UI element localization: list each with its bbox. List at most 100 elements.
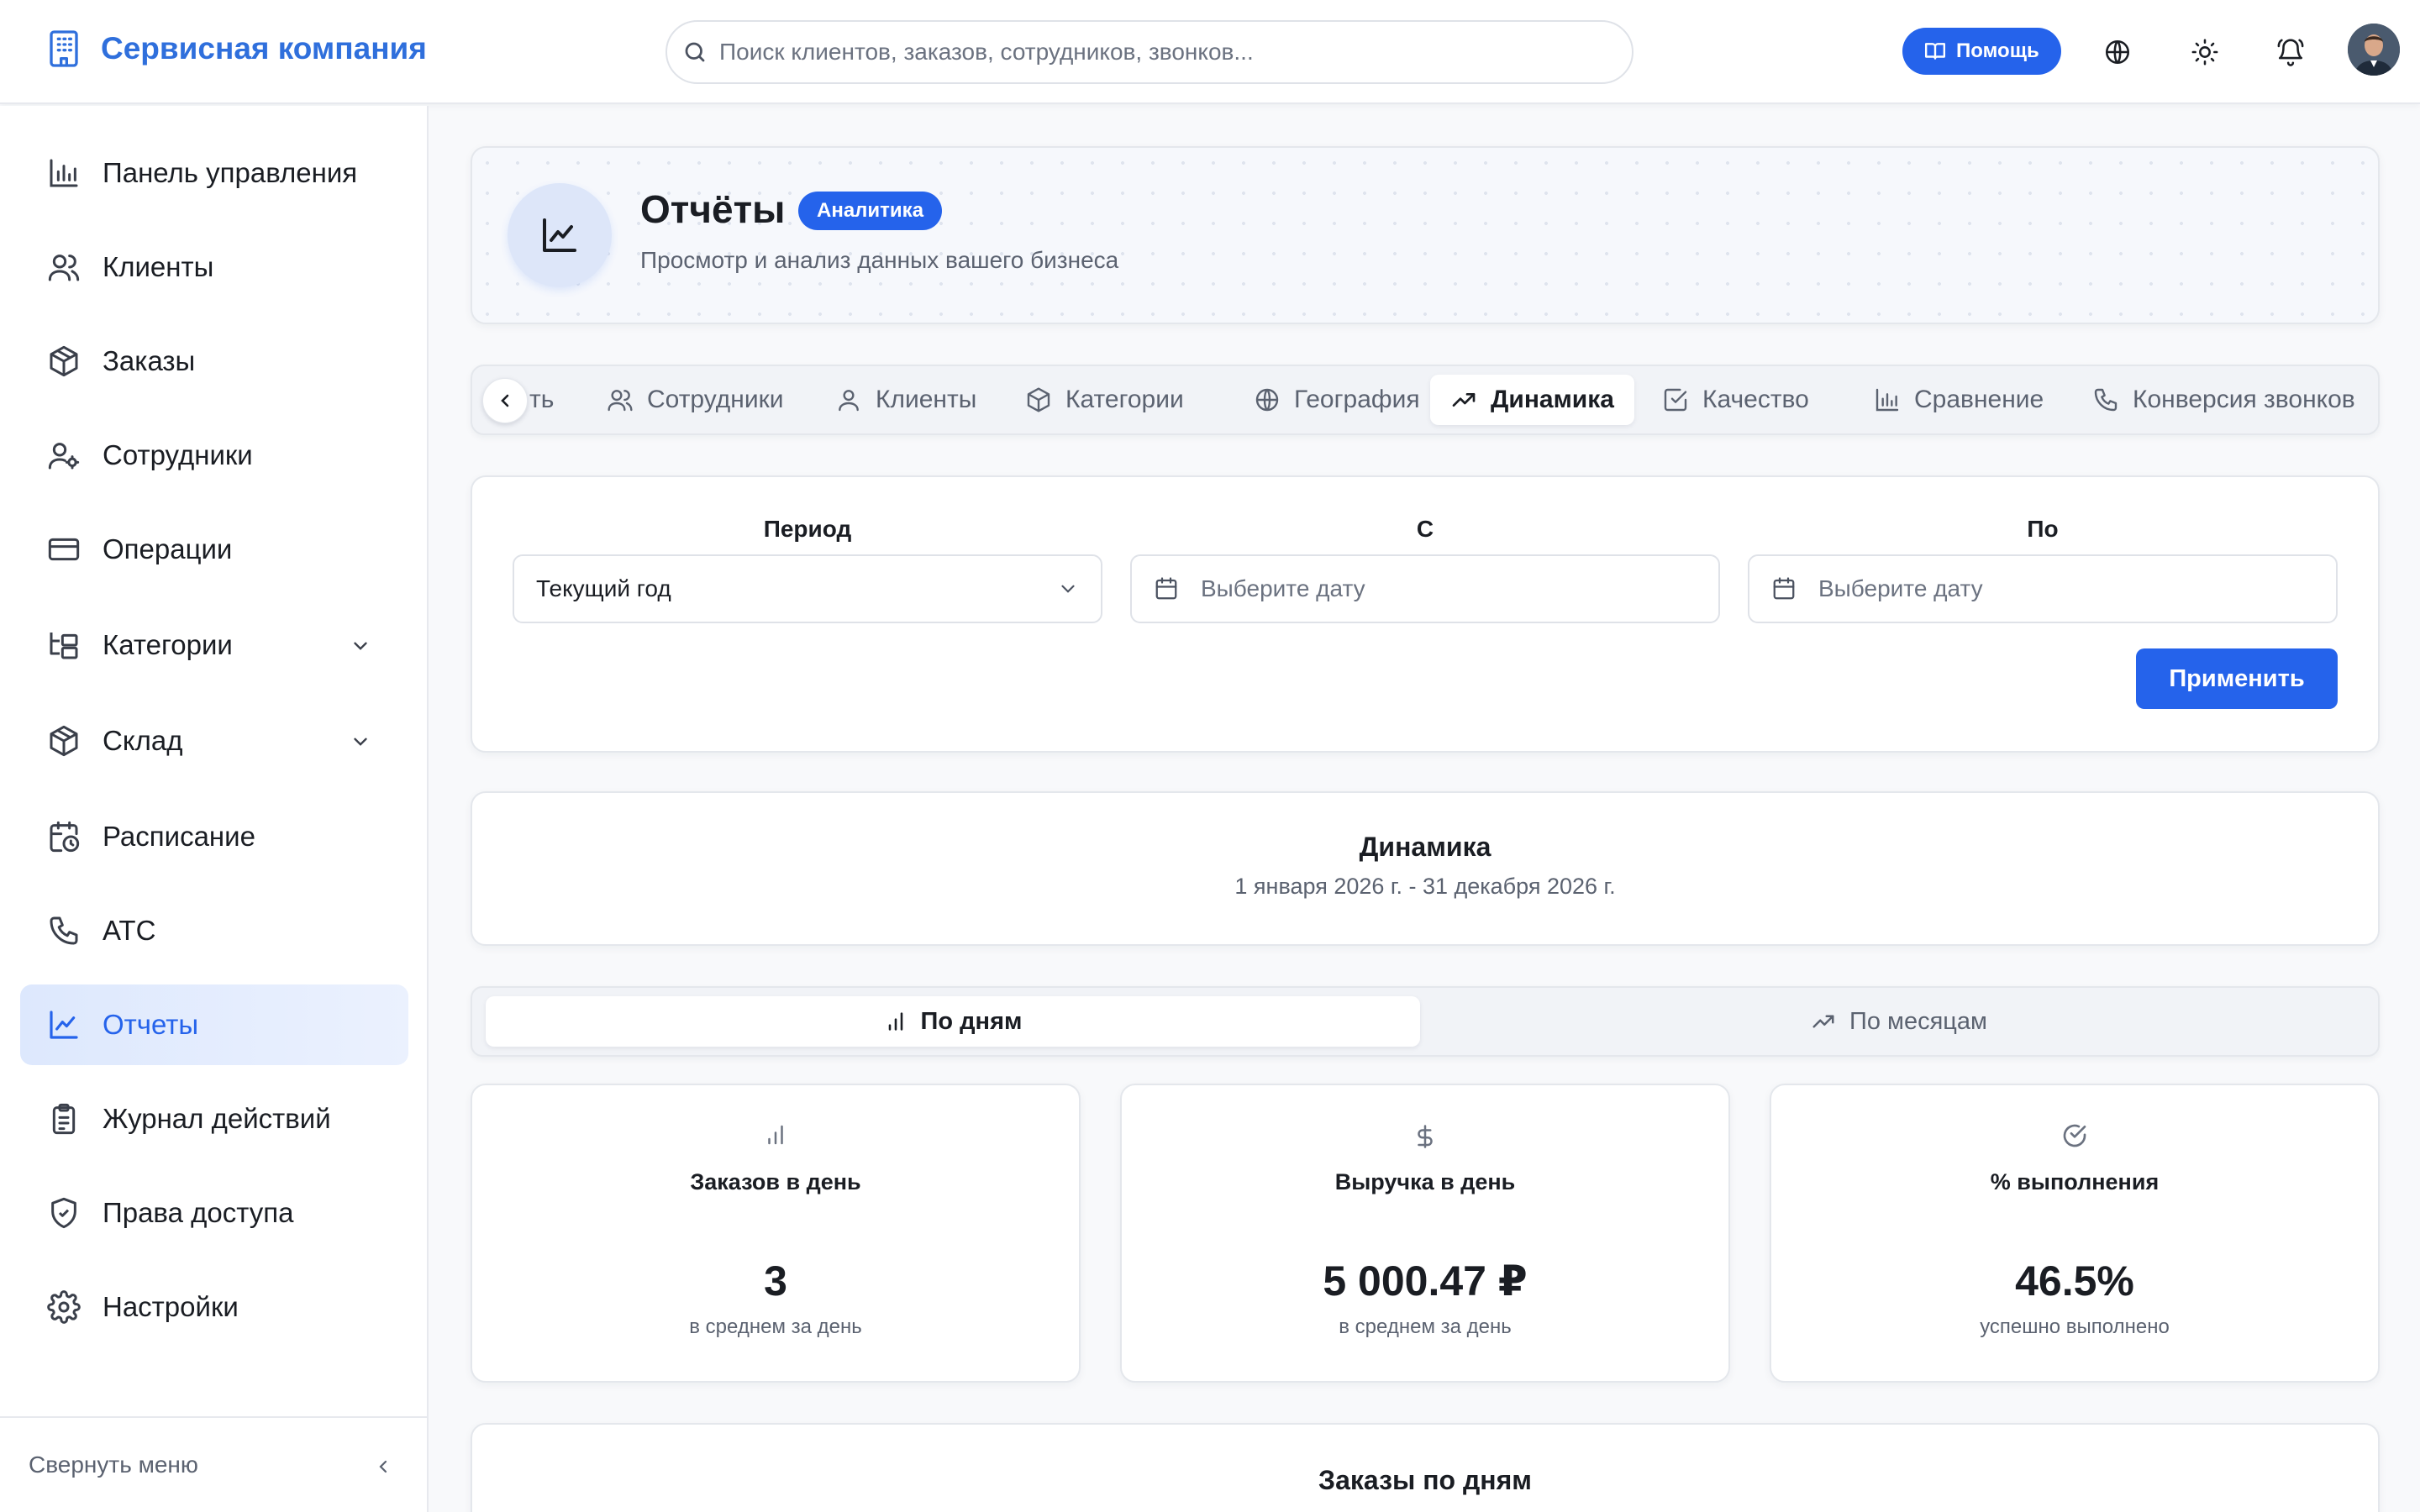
bar-chart-icon (47, 156, 81, 190)
tab-label: Сотрудники (647, 386, 784, 413)
sidebar-item-label: Отчеты (103, 1009, 199, 1040)
sidebar-item-settings[interactable]: Настройки (20, 1267, 408, 1347)
collapse-menu-button[interactable]: Свернуть меню (0, 1416, 427, 1512)
globe-icon (1254, 386, 1281, 413)
sidebar-item-schedule[interactable]: Расписание (20, 796, 408, 877)
stat-card-completion-rate: % выполнения 46.5% успешно выполнено (1770, 1084, 2380, 1383)
user-cog-icon (47, 438, 81, 472)
check-square-icon (1662, 386, 1689, 413)
sidebar-item-label: Сотрудники (103, 439, 253, 470)
line-chart-icon (47, 1008, 81, 1042)
brand[interactable]: Сервисная компания (47, 29, 427, 69)
sidebar-item-employees[interactable]: Сотрудники (20, 415, 408, 496)
folder-tree-icon (47, 628, 81, 662)
tab-label: Динамика (1491, 386, 1614, 413)
granularity-switch: По дням По месяцам (471, 986, 2380, 1057)
stat-caption: в среднем за день (1339, 1315, 1512, 1338)
search-icon (682, 39, 708, 65)
period-select[interactable]: Текущий год (513, 554, 1102, 623)
apply-button[interactable]: Применить (2136, 648, 2338, 709)
by-months-label: По месяцам (1849, 1007, 1987, 1035)
page-subtitle: Просмотр и анализ данных вашего бизнеса (640, 247, 1119, 273)
period-value: Текущий год (536, 575, 671, 601)
sidebar-item-pbx[interactable]: АТС (20, 890, 408, 971)
from-date-picker[interactable]: Выберите дату (1130, 554, 1720, 623)
sidebar-item-label: Панель управления (103, 157, 358, 188)
sidebar-item-label: Заказы (103, 345, 196, 376)
sidebar-item-label: АТС (103, 915, 156, 946)
calendar-icon (1771, 576, 1797, 601)
sidebar-item-dashboard[interactable]: Панель управления (20, 133, 408, 213)
tab-label: География (1294, 386, 1420, 413)
sidebar-item-reports[interactable]: Отчеты (20, 984, 408, 1065)
global-search[interactable] (666, 20, 1634, 84)
users-icon (47, 250, 81, 284)
to-date-placeholder: Выберите дату (1818, 575, 1983, 601)
building-icon (47, 29, 81, 69)
tab-call-conversion[interactable]: Конверсия звонков (2072, 375, 2375, 425)
tab-categories[interactable]: Категории (1005, 375, 1204, 425)
sidebar-item-activity-log[interactable]: Журнал действий (20, 1079, 408, 1159)
to-label: По (2027, 516, 2059, 542)
bar-chart-icon (884, 1010, 908, 1033)
tab-comparison[interactable]: Сравнение (1854, 375, 2064, 425)
sidebar-item-access-rights[interactable]: Права доступа (20, 1173, 408, 1253)
help-button[interactable]: Помощь (1902, 28, 2061, 75)
by-months-button[interactable]: По месяцам (1432, 996, 2366, 1047)
tab-geography[interactable]: География (1234, 375, 1440, 425)
dollar-icon (1122, 1122, 1728, 1151)
brand-name: Сервисная компания (101, 31, 427, 66)
phone-icon (47, 914, 81, 948)
sidebar-item-clients[interactable]: Клиенты (20, 227, 408, 307)
gear-icon (47, 1290, 81, 1324)
trending-up-icon (1450, 386, 1477, 413)
analytics-badge: Аналитика (798, 192, 943, 230)
sidebar-item-label: Операции (103, 533, 233, 564)
tab-label: Качество (1702, 386, 1809, 413)
tab-dynamics[interactable]: Динамика (1430, 375, 1634, 425)
sidebar-item-orders[interactable]: Заказы (20, 321, 408, 402)
chevron-left-icon (373, 1457, 393, 1477)
to-date-picker[interactable]: Выберите дату (1748, 554, 2338, 623)
stat-value: 5 000.47 ₽ (1323, 1257, 1528, 1305)
stat-caption: успешно выполнено (1980, 1315, 2170, 1338)
chevron-down-icon[interactable] (350, 635, 371, 657)
from-date-placeholder: Выберите дату (1201, 575, 1365, 601)
sidebar-item-warehouse[interactable]: Склад (20, 701, 408, 781)
credit-card-icon (47, 533, 81, 566)
page-title: Отчёты (640, 187, 786, 231)
book-icon (1924, 40, 1946, 62)
tab-employees[interactable]: Сотрудники (587, 375, 804, 425)
sidebar-item-operations[interactable]: Операции (20, 509, 408, 590)
dynamics-title: Динамика (1359, 832, 1491, 862)
top-header: Сервисная компания Помощь (0, 0, 2420, 104)
user-avatar[interactable] (2348, 24, 2400, 76)
filters-card: Период Текущий год С Выберите дату По Вы… (471, 475, 2380, 753)
sidebar: Панель управления Клиенты Заказы Сотрудн… (0, 106, 429, 1512)
shield-icon (47, 1196, 81, 1230)
search-input[interactable] (719, 39, 1632, 66)
tab-label: Клиенты (876, 386, 977, 413)
page-header-card: Отчёты Аналитика Просмотр и анализ данны… (471, 146, 2380, 324)
stat-card-revenue-per-day: Выручка в день 5 000.47 ₽ в среднем за д… (1120, 1084, 1730, 1383)
chevron-down-icon[interactable] (350, 731, 371, 753)
tab-label: Категории (1065, 386, 1184, 413)
by-days-button[interactable]: По дням (486, 996, 1420, 1047)
globe-icon[interactable] (2101, 35, 2134, 69)
from-label: С (1416, 516, 1434, 542)
sun-icon[interactable] (2188, 35, 2222, 69)
dynamics-summary-card: Динамика 1 января 2026 г. - 31 декабря 2… (471, 791, 2380, 946)
sidebar-item-label: Настройки (103, 1291, 239, 1322)
tab-quality[interactable]: Качество (1642, 375, 1829, 425)
check-circle-icon (1771, 1122, 2378, 1149)
stat-label: Выручка в день (1334, 1169, 1516, 1194)
tab-label: ть (529, 386, 555, 413)
sidebar-item-categories[interactable]: Категории (20, 605, 408, 685)
orders-by-day-title: Заказы по дням (1318, 1465, 1532, 1495)
sidebar-item-label: Склад (103, 725, 183, 756)
stat-caption: в среднем за день (689, 1315, 862, 1338)
tab-clients[interactable]: Клиенты (815, 375, 997, 425)
tabs-scroll-left-button[interactable] (482, 378, 528, 423)
bell-icon[interactable] (2274, 35, 2307, 69)
stat-value: 3 (764, 1257, 787, 1305)
